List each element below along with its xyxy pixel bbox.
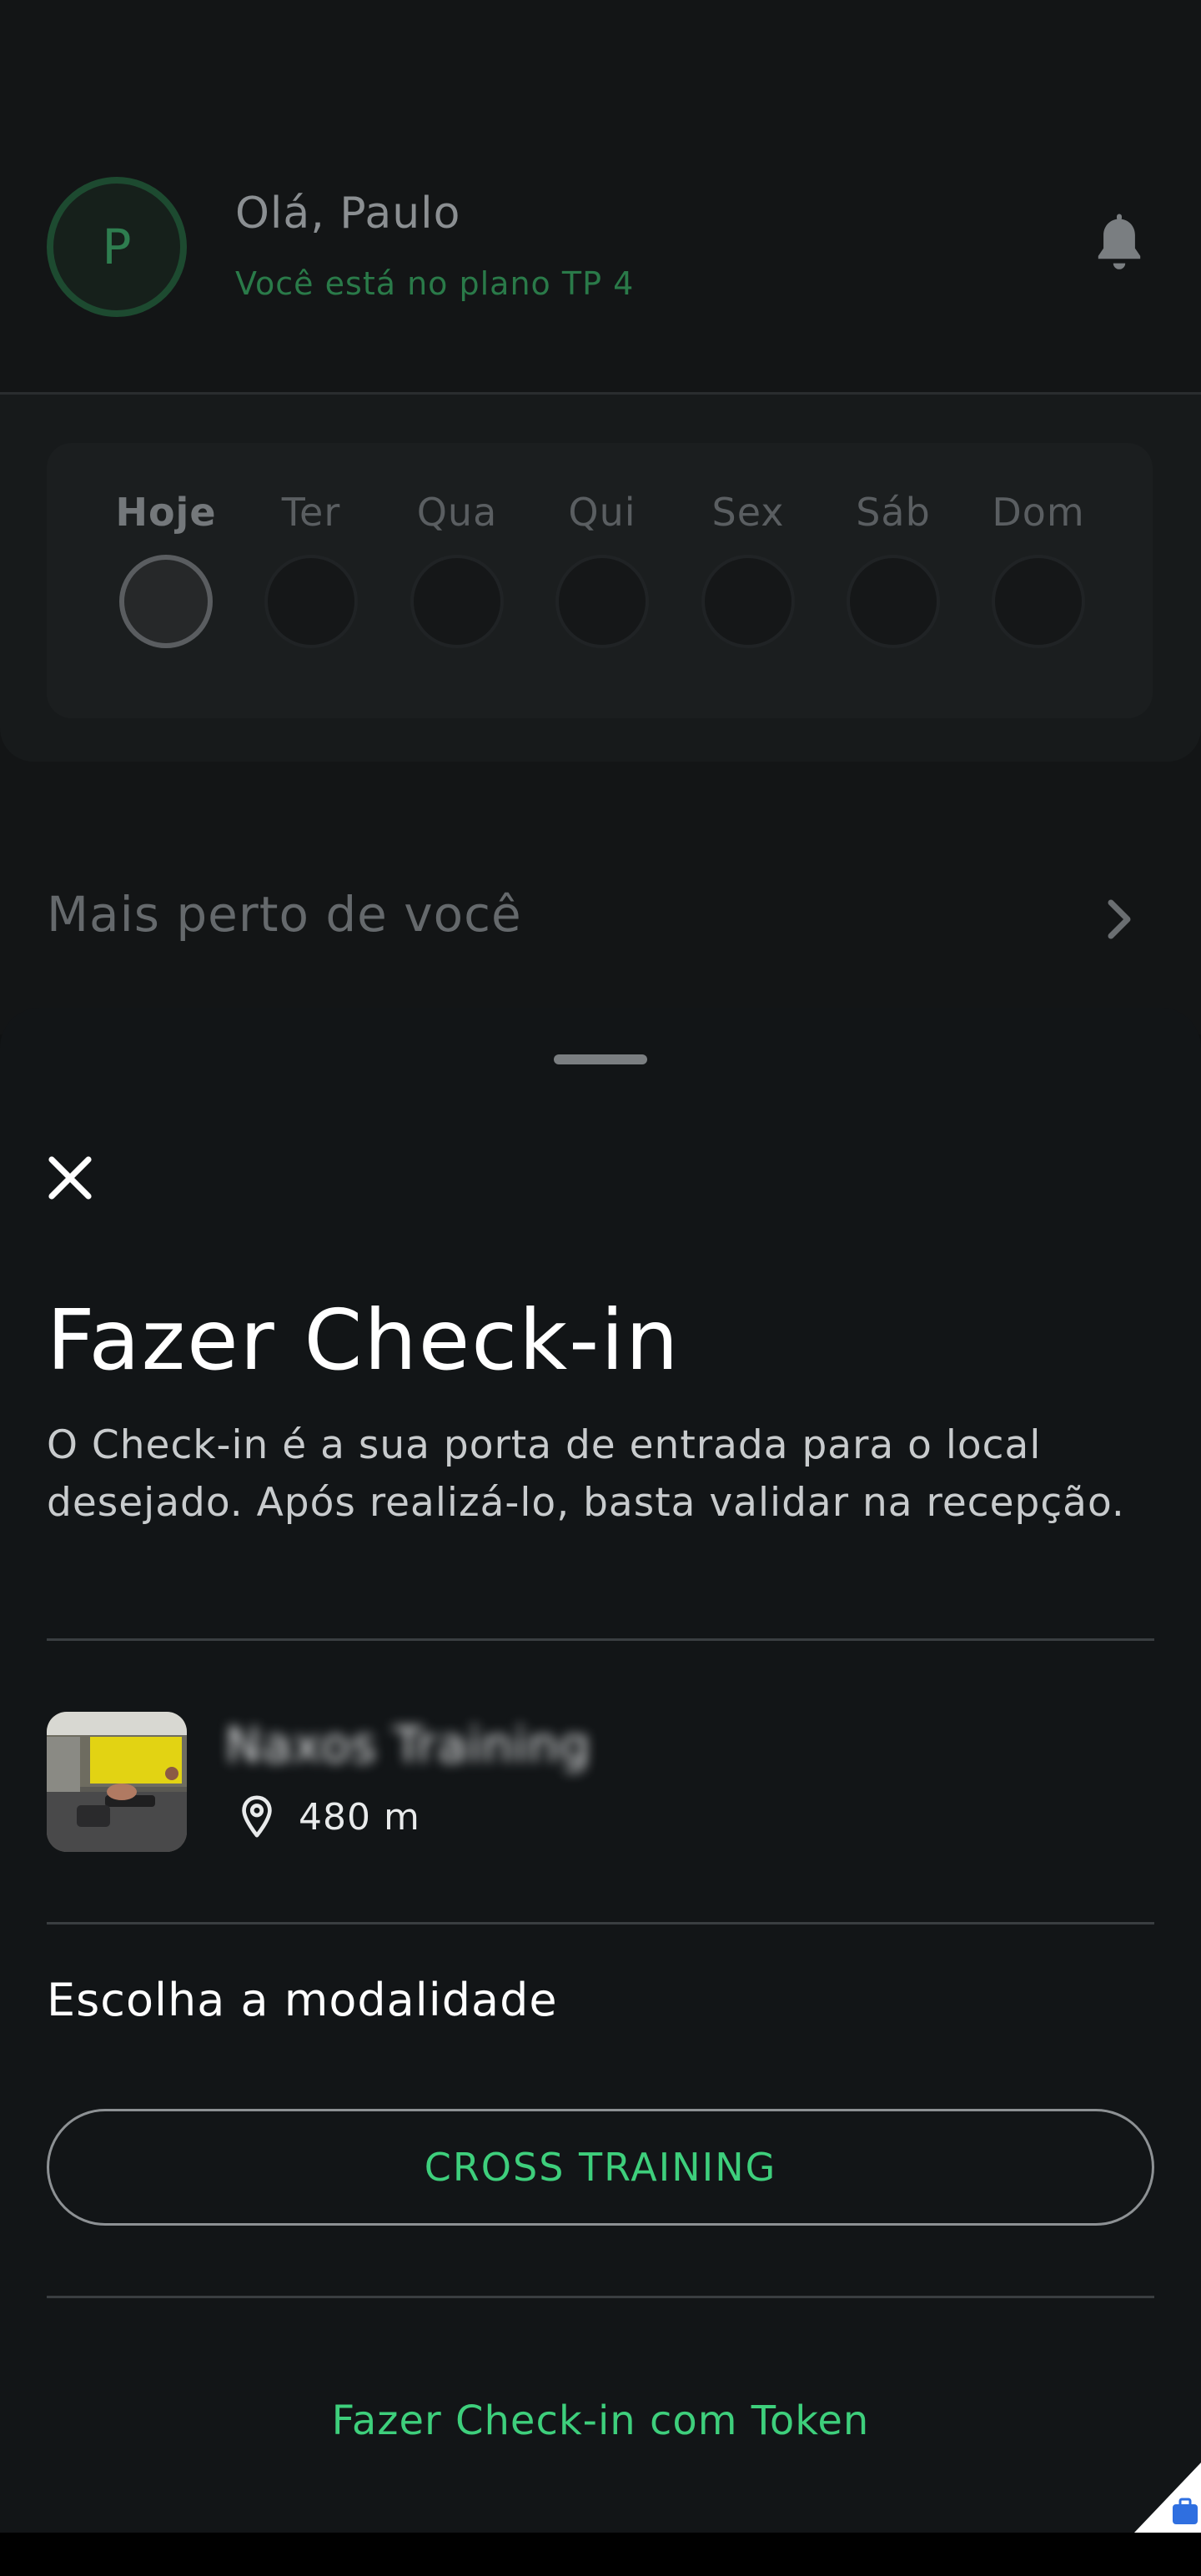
sheet-description: O Check-in é a sua porta de entrada para… <box>47 1422 1125 1526</box>
day-hoje[interactable]: Hoje <box>103 490 229 648</box>
day-circle <box>119 555 213 648</box>
checkin-token-link[interactable]: Fazer Check-in com Token <box>0 2397 1201 2444</box>
gym-thumbnail <box>47 1712 187 1852</box>
chevron-right-icon <box>1108 899 1131 939</box>
day-circle <box>701 555 795 648</box>
day-sab[interactable]: Sáb <box>831 490 956 648</box>
week-panel: Hoje Ter Qua Qui Sex Sáb Dom <box>0 395 1201 762</box>
home-screen-background: P Olá, Paulo Você está no plano TP 4 Hoj… <box>0 0 1201 1034</box>
avatar[interactable]: P <box>47 177 187 317</box>
day-qui[interactable]: Qui <box>540 490 665 648</box>
modalidade-label: Escolha a modalidade <box>47 1974 558 2026</box>
plan-text: Você está no plano TP 4 <box>235 265 635 302</box>
sheet-title: Fazer Check-in <box>47 1291 681 1389</box>
day-label: Qui <box>568 490 636 535</box>
day-circle <box>555 555 649 648</box>
day-label: Sex <box>711 490 785 535</box>
distance-text: 480 m <box>299 1795 420 1839</box>
day-label: Hoje <box>115 490 217 535</box>
avatar-initial: P <box>102 219 132 275</box>
gym-distance: 480 m <box>239 1792 420 1842</box>
day-ter[interactable]: Ter <box>249 490 374 648</box>
bell-icon[interactable] <box>1089 212 1149 279</box>
cross-training-option-button[interactable]: CROSS TRAINING <box>47 2109 1154 2226</box>
drag-handle[interactable] <box>554 1054 647 1064</box>
location-pin-icon <box>242 1795 272 1838</box>
close-icon[interactable] <box>42 1150 98 1206</box>
week-tracker: Hoje Ter Qua Qui Sex Sáb Dom <box>47 443 1153 718</box>
gym-photo <box>47 1712 187 1852</box>
briefcase-badge-icon <box>1134 2463 1201 2533</box>
day-label: Sáb <box>856 490 931 535</box>
day-dom[interactable]: Dom <box>976 490 1101 648</box>
day-circle <box>264 555 358 648</box>
home-header: P Olá, Paulo Você está no plano TP 4 <box>0 0 1201 395</box>
day-sex[interactable]: Sex <box>686 490 811 648</box>
gym-name: Naxos Training <box>225 1717 591 1774</box>
divider <box>47 1638 1154 1641</box>
day-circle <box>847 555 940 648</box>
day-label: Qua <box>416 490 498 535</box>
divider <box>47 1922 1154 1924</box>
divider <box>47 2296 1154 2298</box>
app-screen: P Olá, Paulo Você está no plano TP 4 Hoj… <box>0 0 1201 2576</box>
system-nav-bar <box>0 2533 1201 2576</box>
day-qua[interactable]: Qua <box>394 490 520 648</box>
section-title: Mais perto de você <box>47 886 522 943</box>
greeting-text: Olá, Paulo <box>235 189 461 239</box>
day-circle <box>410 555 504 648</box>
nearby-section-header[interactable]: Mais perto de você <box>0 868 1201 968</box>
day-label: Dom <box>992 490 1085 535</box>
day-label: Ter <box>281 490 341 535</box>
checkin-bottom-sheet: Fazer Check-in O Check-in é a sua porta … <box>0 1008 1201 2534</box>
day-circle <box>992 555 1085 648</box>
